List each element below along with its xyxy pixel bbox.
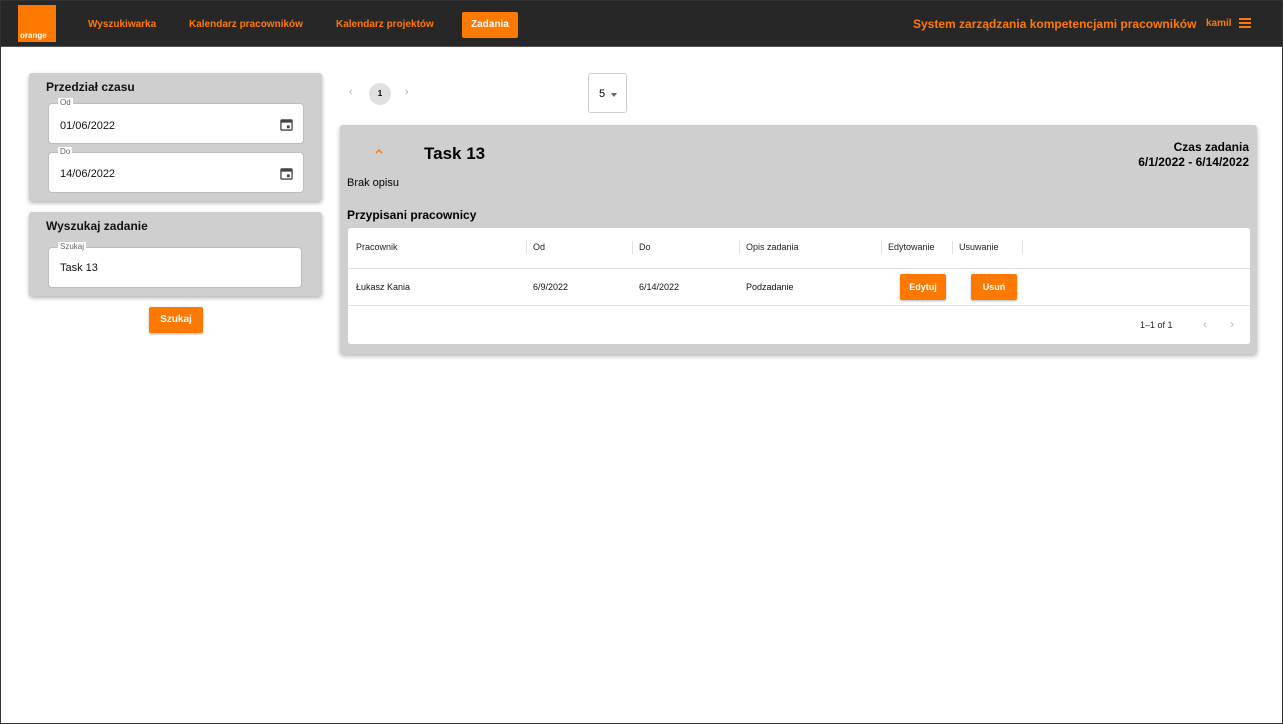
search-input[interactable]: Szukaj Task 13	[48, 242, 302, 288]
prev-page-icon[interactable]: ‹	[349, 86, 353, 98]
table-next-page-icon[interactable]: ›	[1230, 317, 1234, 331]
chevron-up-icon[interactable]	[374, 147, 384, 155]
table-row: Łukasz Kania 6/9/2022 6/14/2022 Podzadan…	[348, 269, 1250, 306]
nav-wyszukiwarka[interactable]: Wyszukiwarka	[79, 12, 165, 38]
assigned-employees-table: Pracownik Od Do Opis zadania Edytowanie …	[348, 228, 1250, 344]
cell-employee: Łukasz Kania	[356, 282, 411, 292]
assigned-employees-title: Przypisani pracownicy	[347, 208, 477, 222]
search-panel: Wyszukaj zadanie Szukaj Task 13	[29, 212, 322, 296]
next-page-icon[interactable]: ›	[405, 86, 409, 98]
date-from-value: 01/06/2022	[60, 120, 116, 132]
search-panel-title: Wyszukaj zadanie	[46, 219, 148, 233]
hamburger-menu-icon[interactable]	[1239, 18, 1251, 28]
cell-to: 6/14/2022	[639, 282, 680, 292]
date-to-field[interactable]: Do 14/06/2022	[48, 147, 304, 193]
column-header-pracownik[interactable]: Pracownik	[356, 242, 398, 252]
orange-logo[interactable]: orange	[18, 5, 56, 42]
date-to-label: Do	[58, 147, 73, 157]
page-number-button[interactable]: 1	[369, 83, 391, 105]
date-from-field[interactable]: Od 01/06/2022	[48, 98, 304, 144]
task-title: Task 13	[424, 144, 486, 163]
calendar-icon[interactable]	[280, 167, 293, 180]
table-footer: 1–1 of 1 ‹ ›	[348, 306, 1250, 344]
app-title: System zarządzania kompetencjami pracown…	[913, 17, 1197, 31]
delete-button[interactable]: Usuń	[971, 274, 1017, 300]
pagination-count: 1–1 of 1	[1140, 320, 1173, 330]
table-prev-page-icon[interactable]: ‹	[1203, 317, 1207, 331]
calendar-icon[interactable]	[280, 118, 293, 131]
column-header-od[interactable]: Od	[533, 242, 545, 252]
task-time-value: 6/1/2022 - 6/14/2022	[1138, 155, 1249, 169]
column-header-usuwanie[interactable]: Usuwanie	[959, 242, 999, 252]
nav-kalendarz-pracownikow[interactable]: Kalendarz pracowników	[180, 12, 312, 38]
column-header-opis[interactable]: Opis zadania	[746, 242, 799, 252]
task-card: Task 13 Czas zadania 6/1/2022 - 6/14/202…	[340, 125, 1257, 354]
search-input-value: Task 13	[60, 262, 98, 274]
table-header: Pracownik Od Do Opis zadania Edytowanie …	[348, 228, 1250, 269]
column-header-do[interactable]: Do	[639, 242, 651, 252]
nav-zadania[interactable]: Zadania	[462, 12, 518, 38]
task-description: Brak opisu	[347, 177, 399, 189]
cell-description: Podzadanie	[746, 282, 794, 292]
user-name[interactable]: kamil	[1206, 18, 1232, 29]
edit-button[interactable]: Edytuj	[900, 274, 946, 300]
chevron-down-icon	[611, 93, 617, 97]
column-header-edytowanie[interactable]: Edytowanie	[888, 242, 935, 252]
search-button[interactable]: Szukaj	[149, 307, 203, 333]
time-range-panel: Przedział czasu Od 01/06/2022 Do 14/06/2…	[29, 73, 322, 201]
date-from-label: Od	[58, 98, 73, 108]
search-input-label: Szukaj	[58, 242, 87, 252]
cell-from: 6/9/2022	[533, 282, 569, 292]
page-size-select[interactable]: 5	[588, 73, 627, 113]
logo-text: orange	[20, 31, 47, 40]
page-size-value: 5	[599, 88, 606, 100]
nav-kalendarz-projektow[interactable]: Kalendarz projektów	[327, 12, 443, 38]
date-to-value: 14/06/2022	[60, 168, 116, 180]
top-navigation-bar: orange Wyszukiwarka Kalendarz pracownikó…	[1, 1, 1282, 47]
task-time-label: Czas zadania	[1173, 140, 1249, 154]
time-range-title: Przedział czasu	[46, 80, 135, 94]
